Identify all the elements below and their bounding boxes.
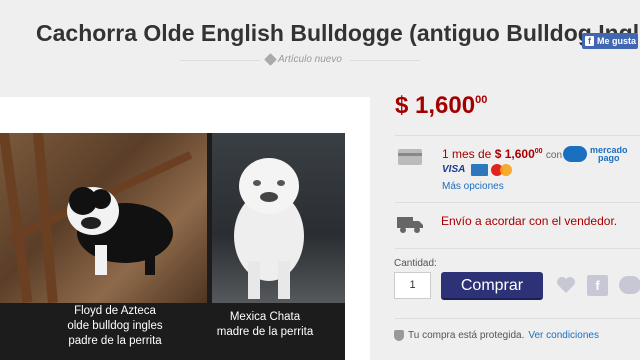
bookmark-icon[interactable]: f <box>587 275 608 296</box>
item-condition: Artículo nuevo <box>264 53 342 66</box>
mastercard-icon <box>491 164 513 176</box>
amex-icon <box>471 164 488 176</box>
product-price: $ 1,60000 <box>395 92 488 119</box>
heart-icon[interactable] <box>556 276 576 294</box>
facebook-icon: f <box>585 36 594 46</box>
divider <box>395 318 640 319</box>
white-bulldog-image <box>234 158 304 299</box>
product-photo[interactable]: Floyd de Azteca olde bulldog ingles padr… <box>0 133 345 360</box>
view-conditions-link[interactable]: Ver condiciones <box>528 330 599 341</box>
caption-mother: Mexica Chata madre de la perrita <box>216 311 314 338</box>
chat-icon[interactable] <box>619 276 640 294</box>
page-title: Cachorra Olde English Bulldogge (antiguo… <box>36 20 640 46</box>
truck-icon <box>397 217 423 233</box>
divider <box>180 60 260 61</box>
installment-info: 1 mes de $ 1,60000 con <box>442 147 563 161</box>
photo-right-panel <box>212 133 345 303</box>
visa-icon: VISA <box>442 164 466 175</box>
shield-icon <box>394 330 404 341</box>
image-gallery[interactable]: Floyd de Azteca olde bulldog ingles padr… <box>0 97 370 360</box>
divider <box>395 248 640 249</box>
quantity-input[interactable]: 1 <box>394 272 431 299</box>
mercadopago-logo: mercado pago <box>563 146 628 163</box>
facebook-like-label: Me gusta <box>597 36 637 46</box>
divider <box>395 202 640 203</box>
quantity-label: Cantidad: <box>394 258 437 269</box>
tag-icon <box>264 53 277 66</box>
caption-father: Floyd de Azteca olde bulldog ingles padr… <box>67 305 163 347</box>
divider <box>395 135 640 136</box>
photo-left-panel <box>0 133 207 304</box>
handshake-icon <box>563 146 587 162</box>
buy-button[interactable]: Comprar <box>441 272 543 300</box>
facebook-like-button[interactable]: f Me gusta <box>582 33 638 49</box>
purchase-protection: Tu compra está protegida. Ver condicione… <box>394 330 599 341</box>
credit-card-icon <box>398 149 422 165</box>
black-bulldog-image <box>67 187 173 275</box>
item-condition-label: Artículo nuevo <box>278 54 342 65</box>
divider <box>350 60 420 61</box>
payment-cards: VISA <box>442 164 513 176</box>
more-payment-options-link[interactable]: Más opciones <box>442 181 504 192</box>
shipping-info: Envío a acordar con el vendedor. <box>441 214 618 228</box>
